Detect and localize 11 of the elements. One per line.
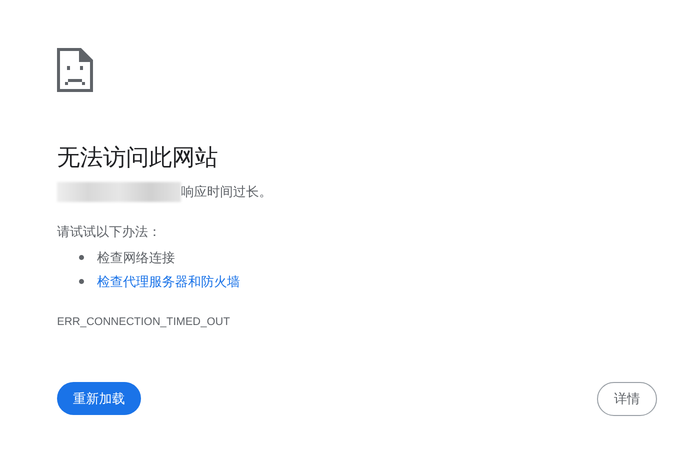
reload-button[interactable]: 重新加载 (57, 382, 141, 415)
error-description: 响应时间过长。 (181, 183, 272, 202)
details-button[interactable]: 详情 (597, 382, 657, 416)
suggestions-heading: 请试试以下办法： (57, 223, 162, 241)
suggestion-text: 检查网络连接 (97, 248, 175, 267)
sad-page-icon (57, 48, 93, 92)
error-title: 无法访问此网站 (57, 143, 219, 172)
error-code: ERR_CONNECTION_TIMED_OUT (57, 314, 231, 330)
bullet-icon (79, 279, 84, 284)
proxy-firewall-link[interactable]: 检查代理服务器和防火墙 (97, 272, 240, 292)
bullet-icon (79, 255, 84, 260)
